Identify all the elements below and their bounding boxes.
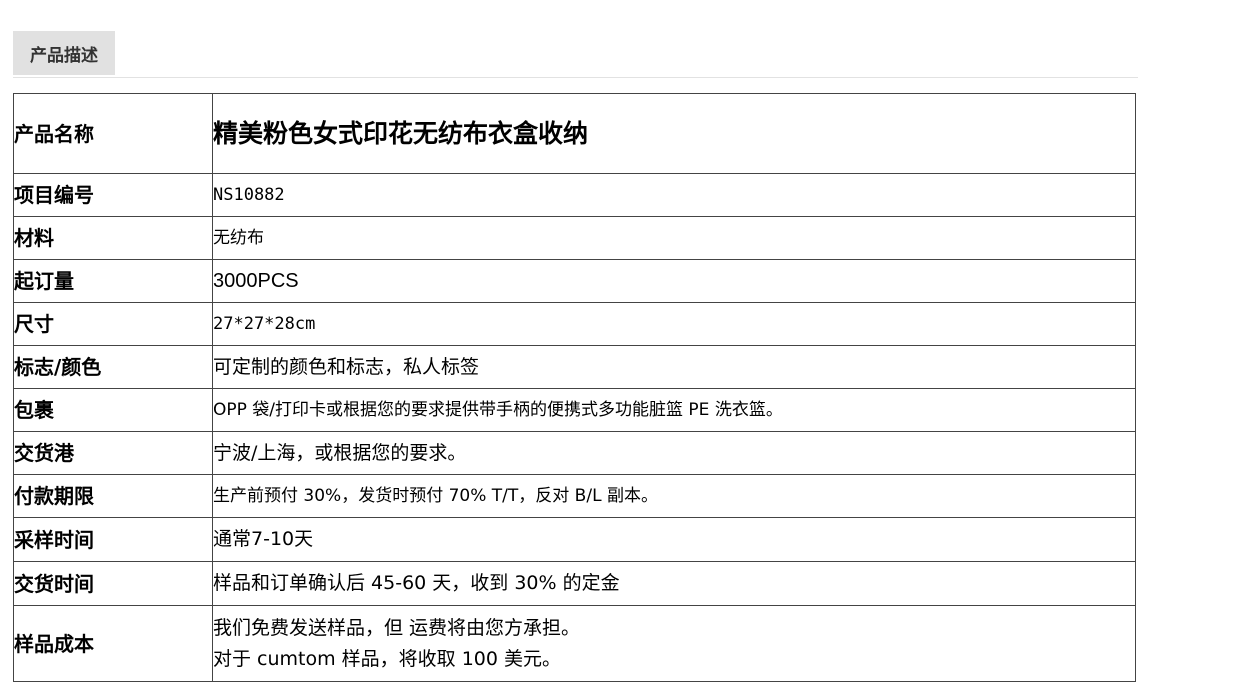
package-value: OPP 袋/打印卡或根据您的要求提供带手柄的便携式多功能脏篮 PE 洗衣篮。	[212, 388, 1136, 432]
table-row: 材料 无纺布	[13, 216, 1136, 260]
moq-value: 3000PCS	[212, 259, 1136, 303]
delivery-port-value: 宁波/上海，或根据您的要求。	[212, 431, 1136, 475]
row-key: 付款期限	[13, 474, 213, 518]
row-key: 材料	[13, 216, 213, 260]
table-row: 包裹 OPP 袋/打印卡或根据您的要求提供带手柄的便携式多功能脏篮 PE 洗衣篮…	[13, 388, 1136, 432]
section-tab-bar: 产品描述	[13, 31, 1138, 78]
table-row: 付款期限 生产前预付 30%，发货时预付 70% T/T，反对 B/L 副本。	[13, 474, 1136, 518]
payment-terms-value: 生产前预付 30%，发货时预付 70% T/T，反对 B/L 副本。	[212, 474, 1136, 518]
row-key: 产品名称	[13, 93, 213, 174]
table-row: 起订量 3000PCS	[13, 259, 1136, 303]
row-key: 采样时间	[13, 517, 213, 562]
row-key: 项目编号	[13, 173, 213, 217]
sample-cost-line: 对于 cumtom 样品，将收取 100 美元。	[213, 647, 562, 670]
row-key: 尺寸	[13, 302, 213, 346]
item-number-value: NS10882	[212, 173, 1136, 217]
sample-cost-value: 我们免费发送样品，但 运费将由您方承担。 对于 cumtom 样品，将收取 10…	[212, 605, 1136, 682]
sample-cost-line: 我们免费发送样品，但 运费将由您方承担。	[213, 616, 581, 639]
table-row: 采样时间 通常7-10天	[13, 517, 1136, 562]
table-row: 产品名称 精美粉色女式印花无纺布衣盒收纳	[13, 93, 1136, 174]
row-key: 交货港	[13, 431, 213, 475]
table-row: 交货港 宁波/上海，或根据您的要求。	[13, 431, 1136, 475]
size-value: 27*27*28cm	[212, 302, 1136, 346]
table-row: 项目编号 NS10882	[13, 173, 1136, 217]
row-key: 包裹	[13, 388, 213, 432]
product-name-value: 精美粉色女式印花无纺布衣盒收纳	[212, 93, 1136, 174]
delivery-time-value: 样品和订单确认后 45-60 天，收到 30% 的定金	[212, 561, 1136, 606]
material-value: 无纺布	[212, 216, 1136, 260]
logo-color-value: 可定制的颜色和标志，私人标签	[212, 345, 1136, 389]
table-row: 样品成本 我们免费发送样品，但 运费将由您方承担。 对于 cumtom 样品，将…	[13, 605, 1136, 682]
product-spec-table: 产品名称 精美粉色女式印花无纺布衣盒收纳 项目编号 NS10882 材料 无纺布…	[13, 93, 1136, 682]
tab-product-description[interactable]: 产品描述	[13, 31, 115, 75]
row-key: 标志/颜色	[13, 345, 213, 389]
table-row: 交货时间 样品和订单确认后 45-60 天，收到 30% 的定金	[13, 561, 1136, 606]
row-key: 样品成本	[13, 605, 213, 682]
table-row: 尺寸 27*27*28cm	[13, 302, 1136, 346]
sampling-time-value: 通常7-10天	[212, 517, 1136, 562]
table-row: 标志/颜色 可定制的颜色和标志，私人标签	[13, 345, 1136, 389]
row-key: 起订量	[13, 259, 213, 303]
row-key: 交货时间	[13, 561, 213, 606]
